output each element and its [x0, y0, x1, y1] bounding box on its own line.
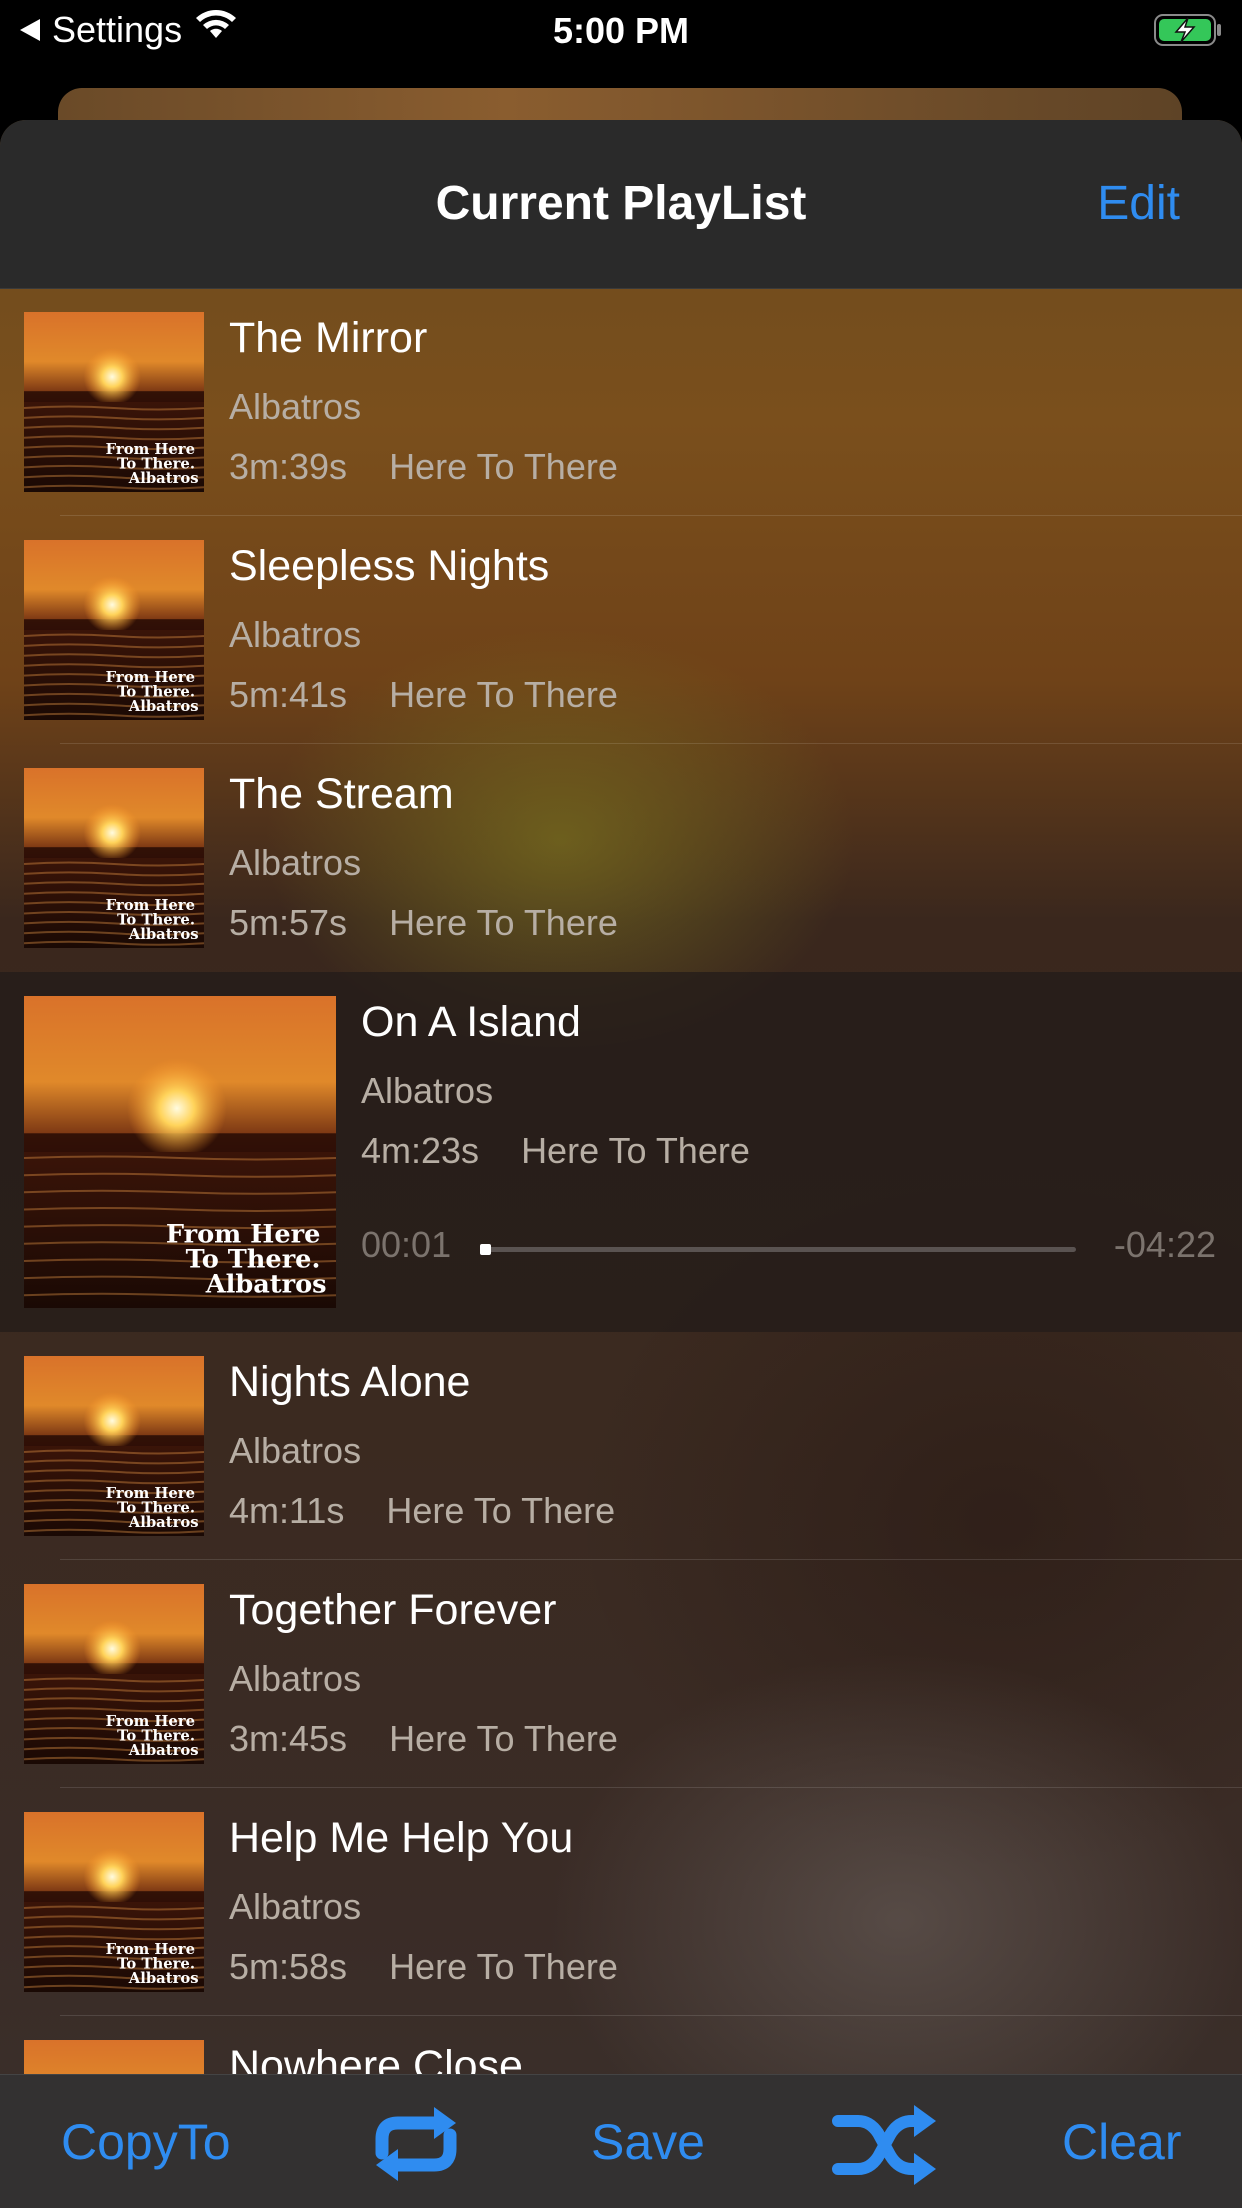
progress-slider[interactable] — [480, 1244, 1076, 1255]
track-meta: 5m:58s Here To There — [229, 1946, 618, 1988]
track-artist: Albatros — [229, 614, 362, 655]
svg-text:Albatros: Albatros — [128, 1514, 199, 1531]
remaining-time: -04:22 — [1113, 1224, 1216, 1265]
svg-text:Albatros: Albatros — [128, 926, 199, 943]
album-art: From HereTo There.Albatros — [24, 1356, 204, 1536]
svg-text:Albatros: Albatros — [128, 470, 199, 487]
svg-text:Albatros: Albatros — [128, 1970, 199, 1987]
track-meta: 4m:23s Here To There — [361, 1130, 750, 1172]
save-button[interactable]: Save — [591, 2113, 705, 2171]
track-duration: 3m:39s — [229, 446, 348, 487]
track-meta: 5m:41s Here To There — [229, 674, 618, 716]
track-title: The Mirror — [229, 314, 428, 362]
track-duration: 3m:45s — [229, 1718, 348, 1759]
track-artist: Albatros — [361, 1070, 494, 1111]
svg-text:Albatros: Albatros — [128, 1742, 199, 1759]
nav-bar: Current PlayList Edit — [0, 120, 1242, 289]
track-duration: 4m:11s — [229, 1490, 345, 1531]
track-duration: 5m:58s — [229, 1946, 348, 1987]
track-duration: 5m:57s — [229, 902, 348, 943]
svg-text:Albatros: Albatros — [205, 1269, 327, 1299]
track-meta: 3m:39s Here To There — [229, 446, 618, 488]
track-list[interactable]: From Here To There. Albatros The Mirror Al… — [0, 288, 1242, 2208]
track-row[interactable]: From Here To There. Albatros Help Me Help … — [0, 1788, 1242, 2016]
track-album: Here To There — [389, 902, 618, 943]
track-duration: 4m:23s — [361, 1130, 480, 1171]
progress-thumb[interactable] — [480, 1244, 492, 1255]
copy-to-button[interactable]: CopyTo — [61, 2113, 231, 2171]
playlist-sheet: Current PlayList Edit From Here To There.… — [0, 120, 1242, 2208]
track-row[interactable]: From Here To There. Albatros Together Fore… — [0, 1560, 1242, 1788]
track-row[interactable]: From Here To There. Albatros Nights Alone … — [0, 1332, 1242, 1560]
track-album: Here To There — [389, 446, 618, 487]
track-title: On A Island — [361, 998, 581, 1046]
repeat-icon[interactable] — [364, 2103, 468, 2190]
album-art: From HereTo There.Albatros — [24, 768, 204, 948]
screen: Settings 5:00 PM Current PlayList Edit F… — [0, 0, 1242, 2208]
status-time: 5:00 PM — [552, 10, 690, 51]
track-title: Together Forever — [229, 1586, 557, 1634]
track-artist: Albatros — [229, 1886, 362, 1927]
shuffle-icon[interactable] — [832, 2103, 940, 2194]
album-art: From HereTo There.Albatros — [24, 312, 204, 492]
svg-text:Albatros: Albatros — [128, 698, 199, 715]
clear-button[interactable]: Clear — [1062, 2113, 1181, 2171]
bottom-toolbar: CopyTo Save Clear — [0, 2074, 1242, 2208]
page-title: Current PlayList — [435, 177, 807, 230]
album-art: From HereTo There.Albatros — [24, 1584, 204, 1764]
elapsed-time: 00:01 — [361, 1224, 452, 1265]
track-artist: Albatros — [229, 842, 362, 883]
track-artist: Albatros — [229, 386, 362, 427]
track-meta: 5m:57s Here To There — [229, 902, 618, 944]
track-album: Here To There — [389, 674, 618, 715]
status-bar: Settings 5:00 PM — [0, 0, 1242, 62]
album-art: From HereTo There.Albatros — [24, 1812, 204, 1992]
track-row[interactable]: From Here To There. Albatros The Mirror Al… — [0, 288, 1242, 516]
track-album: Here To There — [389, 1946, 618, 1987]
track-duration: 5m:41s — [229, 674, 348, 715]
track-artist: Albatros — [229, 1430, 362, 1471]
track-row[interactable]: From Here To There. Albatros Sleepless Nig… — [0, 516, 1242, 744]
battery-charging-icon — [1154, 14, 1222, 46]
track-row[interactable]: From Here To There. Albatros The Stream Al… — [0, 744, 1242, 972]
track-title: The Stream — [229, 770, 454, 818]
now-playing-row[interactable]: From Here To There. Albatros On A Island A… — [0, 972, 1242, 1332]
track-meta: 4m:11s Here To There — [229, 1490, 615, 1532]
track-artist: Albatros — [229, 1658, 362, 1699]
track-album: Here To There — [521, 1130, 750, 1171]
track-album: Here To There — [386, 1490, 616, 1531]
track-title: Nights Alone — [229, 1358, 471, 1406]
track-meta: 3m:45s Here To There — [229, 1718, 618, 1760]
album-art: From HereTo There.Albatros — [24, 996, 336, 1308]
track-title: Help Me Help You — [229, 1814, 574, 1862]
track-title: Sleepless Nights — [229, 542, 550, 590]
edit-button[interactable]: Edit — [1097, 176, 1180, 231]
album-art: From HereTo There.Albatros — [24, 540, 204, 720]
track-album: Here To There — [389, 1718, 618, 1759]
